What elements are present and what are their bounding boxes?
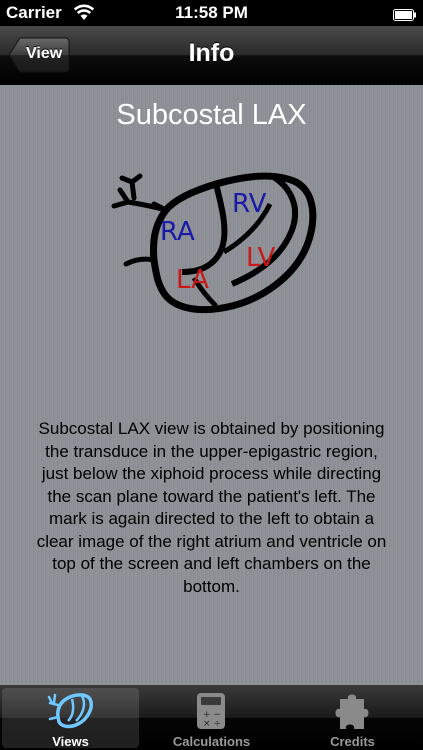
calculator-icon: + − × ÷ <box>187 691 235 731</box>
ra-label: RA <box>160 217 195 247</box>
heart-views-icon <box>46 691 94 731</box>
la-label: LA <box>176 265 209 295</box>
tab-credits[interactable]: Credits <box>284 688 421 749</box>
rv-label: RV <box>232 189 267 219</box>
subcostal-lax-heart-diagram: RA RV LA LV <box>111 172 317 314</box>
tab-views-label: Views <box>52 734 89 749</box>
view-title: Subcostal LAX <box>116 99 307 131</box>
status-bar: Carrier 11:58 PM <box>0 0 423 26</box>
lv-label: LV <box>246 243 276 273</box>
battery-icon <box>393 6 417 21</box>
page-title: Info <box>188 39 235 67</box>
puzzle-piece-icon <box>328 691 376 731</box>
view-description: Subcostal LAX view is obtained by positi… <box>36 419 387 596</box>
info-content: Subcostal LAX RA RV LA LV Subcostal LAX … <box>0 85 423 685</box>
tab-calculations[interactable]: + − × ÷ Calculations <box>143 688 280 749</box>
tab-bar: Views + − × ÷ Calculations Credits <box>0 685 423 750</box>
svg-text:× ÷: × ÷ <box>203 719 221 729</box>
tab-calculations-label: Calculations <box>172 734 251 749</box>
nav-bar: View Info <box>0 26 423 85</box>
clock: 11:58 PM <box>175 3 248 22</box>
tab-views[interactable]: Views <box>2 688 139 749</box>
tab-credits-label: Credits <box>330 734 375 749</box>
